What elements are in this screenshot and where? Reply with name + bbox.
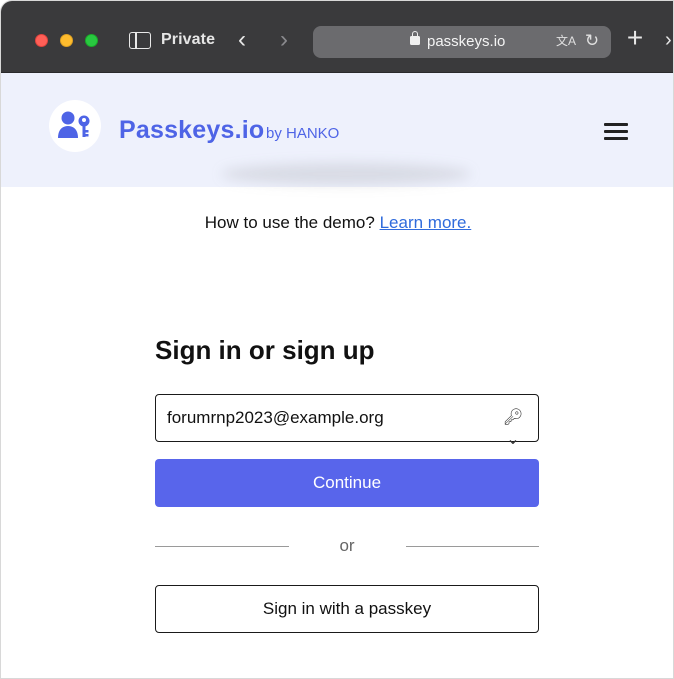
back-button[interactable]: ‹ <box>231 27 253 53</box>
browser-toolbar: Private ‹ › passkeys.io 文A ↻ + › <box>1 1 673 73</box>
new-tab-button[interactable]: + <box>623 23 647 53</box>
continue-button[interactable]: Continue <box>155 459 539 507</box>
reload-icon[interactable]: ↻ <box>583 31 601 51</box>
divider-or-text: or <box>339 536 355 555</box>
divider-line-right <box>406 546 539 547</box>
site-header: Passkeys.io by HANKO <box>1 73 673 187</box>
hamburger-menu-icon[interactable] <box>604 123 628 141</box>
sidebar-icon[interactable] <box>129 32 151 49</box>
header-shadow <box>221 163 471 185</box>
user-key-icon[interactable] <box>49 100 101 152</box>
browser-window: Private ‹ › passkeys.io 文A ↻ + › Passkey <box>0 0 674 679</box>
demo-help-text: How to use the demo? Learn more. <box>1 213 673 233</box>
passkey-autofill-icon[interactable]: 🔑︎⌄ <box>499 407 527 448</box>
brand-by-hanko: by HANKO <box>266 125 340 142</box>
minimize-window-button[interactable] <box>60 34 73 47</box>
lock-icon <box>410 31 420 45</box>
private-mode-label: Private <box>161 31 216 48</box>
sign-in-with-passkey-button[interactable]: Sign in with a passkey <box>155 585 539 633</box>
divider-line-left <box>155 546 289 547</box>
brand-name[interactable]: Passkeys.io <box>119 116 264 145</box>
address-bar[interactable]: passkeys.io 文A ↻ <box>313 26 611 58</box>
zoom-window-button[interactable] <box>85 34 98 47</box>
email-field[interactable] <box>155 394 539 442</box>
tab-overview-button[interactable]: › <box>665 27 673 53</box>
url-text[interactable]: passkeys.io <box>427 33 505 50</box>
demo-help-question: How to use the demo? <box>204 213 375 232</box>
page-title: Sign in or sign up <box>155 335 375 365</box>
forward-button[interactable]: › <box>273 27 295 53</box>
translate-icon[interactable]: 文A <box>556 33 576 50</box>
learn-more-link[interactable]: Learn more. <box>380 213 472 232</box>
close-window-button[interactable] <box>35 34 48 47</box>
